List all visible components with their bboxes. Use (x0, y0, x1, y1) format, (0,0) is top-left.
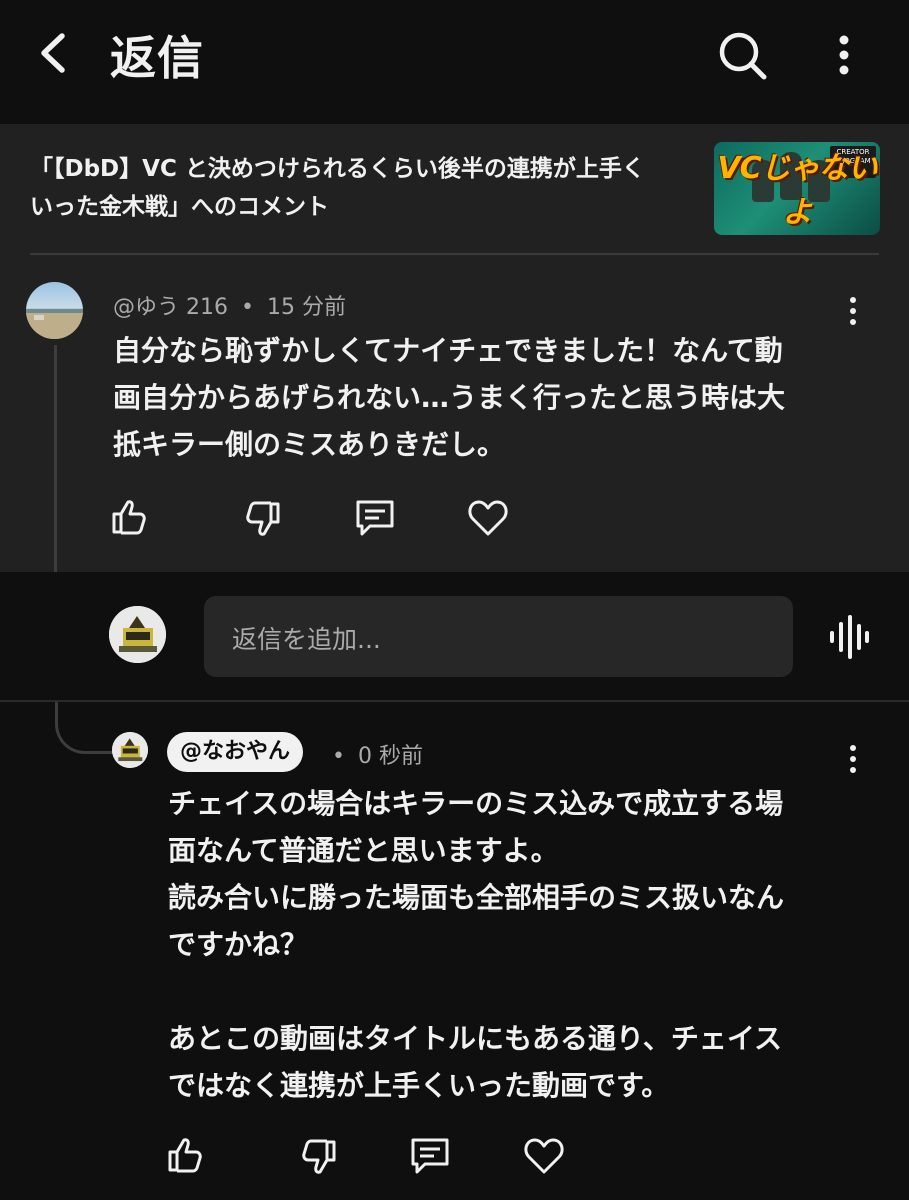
reply-placeholder: 返信を追加... (232, 625, 381, 654)
back-button[interactable] (30, 28, 80, 78)
reply-button[interactable] (353, 496, 397, 540)
comment-time: 15 分前 (266, 295, 346, 320)
avatar (109, 606, 166, 663)
like-button[interactable] (164, 1133, 208, 1177)
like-button[interactable] (108, 495, 152, 539)
reply-line: ではなく連携が上手くいった動画です。 (168, 1069, 670, 1102)
more-vert-icon (850, 297, 856, 325)
reply-line (168, 968, 868, 1015)
heart-icon (468, 500, 508, 536)
reply-line: ですかね？ (168, 928, 309, 961)
meta-separator: • (241, 295, 254, 320)
thumbs-up-icon (168, 1138, 202, 1173)
divider (0, 700, 909, 702)
reply-more-button[interactable] (843, 744, 863, 784)
back-arrow-icon (41, 33, 65, 73)
reply-meta: • 0 秒前 (332, 738, 423, 770)
more-vert-icon (850, 745, 856, 773)
reply-line: あとこの動画はタイトルにもある通り、チェイス (168, 1022, 783, 1055)
thread-line (54, 345, 57, 572)
page-title: 返信 (110, 31, 204, 85)
dislike-button[interactable] (240, 497, 284, 541)
avatar[interactable] (112, 732, 148, 768)
thumbs-up-icon (112, 500, 146, 535)
more-vert-icon (839, 35, 849, 75)
search-icon (719, 32, 767, 80)
video-title-line2: いった金木戦」へのコメント (30, 194, 329, 220)
voice-input-button[interactable] (826, 614, 872, 660)
heart-icon (524, 1138, 564, 1174)
meta-separator: • (332, 744, 345, 769)
thumbs-down-icon (246, 501, 280, 536)
thumbs-down-icon (302, 1139, 336, 1174)
user-avatar-icon (109, 606, 166, 663)
comment-author[interactable]: @ゆう 216 (113, 295, 228, 320)
heart-button[interactable] (466, 496, 510, 540)
thumbnail-caption: VCじゃないよ (717, 151, 877, 230)
video-thumbnail[interactable]: CREATOR PROGRAM VCじゃないよ (714, 142, 880, 235)
user-avatar-icon (112, 732, 148, 768)
comment-icon (411, 1138, 449, 1174)
reply-line: チェイスの場合はキラーのミス込みで成立する場 (168, 787, 784, 820)
reply-line: 読み合いに勝った場面も全部相手のミス扱いなん (168, 881, 785, 914)
more-options-button[interactable] (824, 30, 864, 80)
heart-button[interactable] (522, 1134, 566, 1178)
comment-icon (356, 500, 394, 536)
reply-author[interactable]: @なおやん (167, 732, 304, 772)
reply-button[interactable] (408, 1134, 452, 1178)
comment-body: 自分なら恥ずかしくてナイチェできました！なんて動 画自分からあげられない…うまく… (113, 327, 873, 468)
beach-photo-avatar (26, 309, 83, 339)
reply-line: 面なんて普通だと思いますよ。 (168, 834, 559, 867)
reply-body: チェイスの場合はキラーのミス込みで成立する場 面なんて普通だと思いますよ。 読み… (168, 780, 868, 1109)
divider (30, 253, 879, 255)
search-button[interactable] (715, 28, 769, 82)
waveform-icon (830, 615, 869, 659)
comment-meta: @ゆう 216 • 15 分前 (113, 289, 346, 321)
video-title-line1: 「【DbD】VC と決めつけられるくらい後半の連携が上手く (30, 156, 645, 182)
reply-time: 0 秒前 (357, 744, 423, 769)
thread-connector (55, 702, 117, 754)
avatar[interactable] (26, 282, 83, 339)
comment-line: 抵キラー側のミスありきだし。 (113, 428, 506, 461)
dislike-button[interactable] (296, 1135, 340, 1179)
comment-line: 画自分からあげられない…うまく行ったと思う時は大 (113, 381, 786, 414)
comment-line: 自分なら恥ずかしくてナイチェできました！なんて動 (113, 334, 783, 367)
video-title[interactable]: 「【DbD】VC と決めつけられるくらい後半の連携が上手く いった金木戦」へのコ… (30, 150, 680, 226)
